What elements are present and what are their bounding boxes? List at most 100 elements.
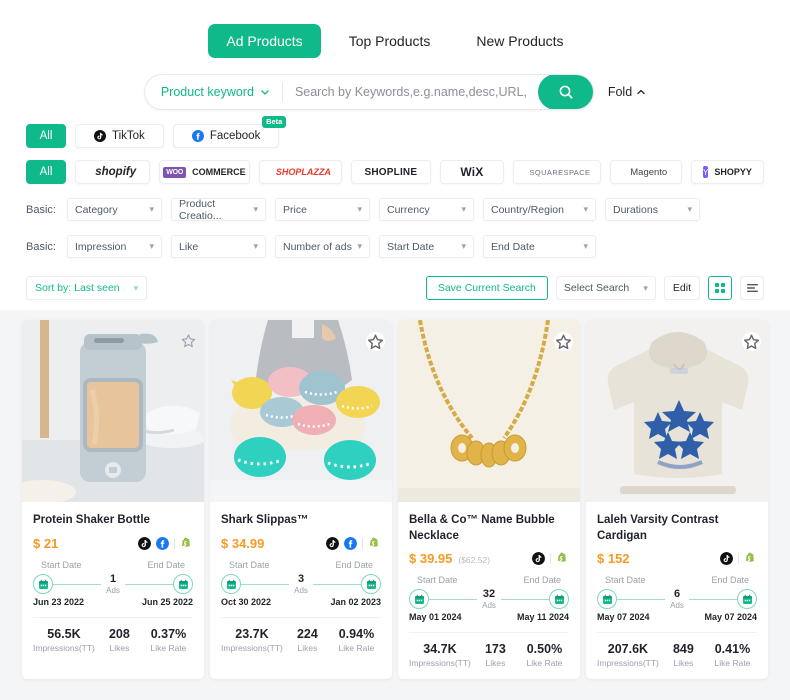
product-image[interactable]: [586, 320, 768, 502]
favorite-button[interactable]: [742, 332, 761, 351]
product-card[interactable]: Shark Slippas™ $ 34.99 Start Date End Da…: [210, 320, 392, 680]
stat-impressions-value: 23.7K: [235, 627, 269, 641]
select-search-dropdown[interactable]: Select Search ▾: [555, 276, 656, 300]
filter-like[interactable]: Like ▾: [171, 235, 266, 258]
stat-like-rate-value: 0.37%: [150, 627, 187, 641]
facebook-icon: [191, 130, 204, 142]
search-button[interactable]: [537, 75, 593, 109]
date-labels: Start Date End Date: [409, 575, 569, 585]
favorite-button[interactable]: [554, 332, 573, 351]
ads-count: 3 Ads: [289, 573, 313, 595]
list-view-button[interactable]: [740, 276, 764, 300]
tiktok-icon: [138, 537, 151, 550]
fold-toggle[interactable]: Fold: [608, 85, 646, 99]
platform-chip-woocommerce[interactable]: WOO COMMERCE: [159, 160, 250, 184]
filter-product-creation-label: Product Creatio...: [179, 197, 222, 222]
tab-new-products[interactable]: New Products: [458, 24, 581, 58]
sort-by-select[interactable]: Sort by: Last seen ▾: [26, 276, 148, 300]
stat-likes-value: 173: [484, 642, 506, 657]
tab-ad-products[interactable]: Ad Products: [208, 24, 321, 58]
product-date-range: Start Date End Date 3 Ads Oct 30 2022 Ja…: [221, 560, 382, 607]
product-title[interactable]: Laleh Varsity Contrast Cardigan: [597, 513, 757, 544]
channel-chip-all[interactable]: All: [26, 124, 66, 148]
woocommerce-icon: WOO: [163, 166, 187, 178]
platform-filter-row: All shopify WOO COMMERCE SHOPLAZZA SHOPL…: [0, 160, 790, 184]
timeline-segment: [53, 583, 102, 585]
chevron-down-icon: ▾: [643, 282, 648, 293]
platform-chip-shopline[interactable]: SHOPLINE: [351, 160, 431, 184]
product-title[interactable]: Shark Slippas™: [221, 513, 381, 529]
product-image[interactable]: [22, 320, 204, 502]
filter-start-date[interactable]: Start Date ▾: [379, 235, 474, 258]
platform-chip-wix[interactable]: WiX: [439, 160, 505, 184]
ads-count-value: 6: [673, 588, 681, 601]
tiktok-icon: [326, 537, 339, 550]
chevron-down-icon: ▾: [583, 241, 588, 251]
select-search-label: Select Search: [563, 282, 630, 294]
ads-count-value: 1: [109, 573, 117, 585]
channel-chip-facebook[interactable]: Beta Facebook: [172, 116, 287, 148]
keyword-type-label: Product keyword: [160, 85, 254, 99]
end-date-value: Jun 25 2022: [141, 597, 193, 607]
filter-end-date[interactable]: End Date ▾: [483, 235, 596, 258]
product-title[interactable]: Protein Shaker Bottle: [33, 513, 193, 529]
price-group: $ 39.95 ($62.52): [409, 551, 490, 566]
platform-chip-squarespace[interactable]: SQUARESPACE: [513, 160, 601, 184]
grid-view-button[interactable]: [708, 276, 732, 300]
tiktok-icon: [720, 552, 733, 566]
channel-chip-tiktok[interactable]: TikTok: [75, 124, 164, 148]
filter-impression[interactable]: Impression ▾: [67, 235, 162, 258]
filter-category[interactable]: Category ▾: [67, 198, 162, 221]
platform-chip-shopyy[interactable]: Y SHOPYY: [690, 160, 765, 184]
date-values: May 01 2024 May 11 2024: [409, 612, 569, 622]
product-image[interactable]: [210, 320, 392, 502]
filter-durations[interactable]: Durations ▾: [605, 198, 700, 221]
platform-chip-magento[interactable]: Magento: [609, 160, 682, 184]
calendar-icon: [33, 574, 53, 594]
stat-impressions-label: Impressions(TT): [597, 658, 659, 669]
channel-chip-tiktok-label: TikTok: [112, 130, 145, 142]
product-image[interactable]: [398, 320, 580, 502]
product-stats: 56.5K Impressions(TT) 208 Likes 0.37% Li…: [33, 617, 193, 664]
stat-likes: 849 Likes: [659, 642, 708, 668]
platform-chip-shoplazza[interactable]: SHOPLAZZA: [258, 160, 343, 184]
stat-impressions: 56.5K Impressions(TT): [33, 627, 95, 653]
edit-button[interactable]: Edit: [663, 276, 700, 300]
product-title[interactable]: Bella & Co™ Name Bubble Necklace: [409, 513, 569, 544]
stat-impressions-label: Impressions(TT): [409, 658, 471, 669]
search-input[interactable]: [282, 75, 538, 109]
save-current-search-button[interactable]: Save Current Search: [425, 276, 548, 300]
results-area: Protein Shaker Bottle $ 21 Start Date En…: [0, 310, 790, 700]
filter-country-region[interactable]: Country/Region ▾: [483, 198, 596, 221]
filter-currency[interactable]: Currency ▾: [379, 198, 474, 221]
favorite-button[interactable]: [366, 332, 385, 351]
filter-number-of-ads[interactable]: Number of ads ▾: [275, 235, 370, 258]
stat-like-rate-value: 0.50%: [526, 642, 563, 657]
product-date-range: Start Date End Date 6 Ads May 07 2024 Ma…: [597, 575, 758, 623]
search-icon: [559, 85, 573, 99]
start-date-label: Start Date: [605, 575, 646, 586]
platform-chip-all[interactable]: All: [26, 160, 66, 184]
filter-product-creation[interactable]: Product Creatio... ▾: [171, 197, 266, 222]
ads-count-value: 32: [482, 588, 496, 601]
start-date-value: May 07 2024: [597, 612, 650, 623]
product-card[interactable]: Bella & Co™ Name Bubble Necklace $ 39.95…: [398, 320, 580, 680]
favorite-button[interactable]: [180, 332, 197, 349]
date-values: Jun 23 2022 Jun 25 2022: [33, 597, 193, 607]
ads-count-label: Ads: [106, 586, 120, 595]
toolbar-right-group: Save Current Search Select Search ▾ Edit: [425, 276, 764, 300]
product-card[interactable]: Protein Shaker Bottle $ 21 Start Date En…: [22, 320, 204, 680]
tab-top-products[interactable]: Top Products: [331, 24, 449, 58]
end-date-label: End Date: [523, 575, 561, 586]
keyword-type-selector[interactable]: Product keyword: [145, 75, 282, 109]
product-card-body: Laleh Varsity Contrast Cardigan $ 152 St…: [586, 502, 768, 679]
platform-chip-shopify[interactable]: shopify: [75, 160, 151, 184]
product-card[interactable]: Laleh Varsity Contrast Cardigan $ 152 St…: [586, 320, 768, 680]
filter-price[interactable]: Price ▾: [275, 198, 370, 221]
end-date-label: End Date: [335, 560, 373, 570]
filter-row-basic-1: Basic: Category ▾ Product Creatio... ▾ P…: [0, 197, 790, 222]
stat-impressions-value: 56.5K: [47, 627, 81, 641]
facebook-icon: [156, 537, 169, 550]
chevron-down-icon: ▾: [253, 241, 258, 251]
shopyy-icon: Y: [703, 166, 709, 178]
